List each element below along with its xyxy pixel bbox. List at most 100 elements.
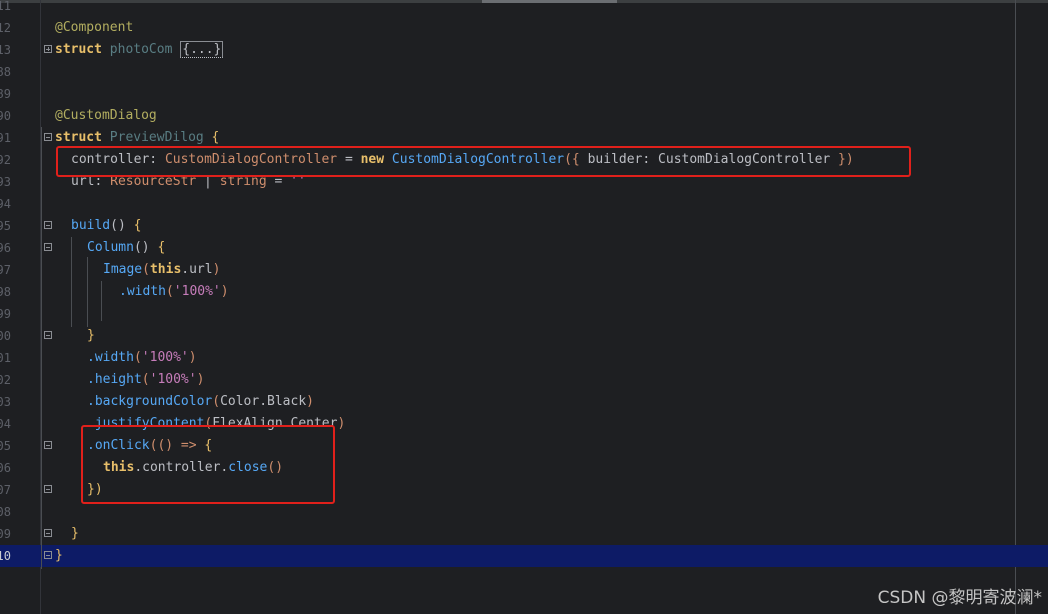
code-token: ) [196,372,205,387]
fold-collapse-icon[interactable] [44,485,52,493]
code-line[interactable]: 90 @CustomDialog [0,105,1048,127]
code-line[interactable]: 08 [0,501,1048,523]
code-token: Column [87,240,134,255]
line-number: 90 [0,109,11,123]
fold-collapse-icon[interactable] [44,551,52,559]
code-line[interactable]: 01 .width('100%') [0,347,1048,369]
code-line[interactable]: 12 @Component [0,17,1048,39]
code-line[interactable]: 11 [0,0,1048,17]
code-token: { [133,218,142,233]
fold-collapse-icon[interactable] [44,133,52,141]
indent-guide [41,127,42,569]
code-token: () [133,240,158,255]
code-text: .width('100%') [119,281,229,303]
code-line[interactable]: 94 [0,193,1048,215]
fold-collapse-icon[interactable] [44,243,52,251]
highlight-box-onclick [81,425,335,504]
code-line[interactable]: 03 .backgroundColor(Color.Black) [0,391,1048,413]
code-token: .width [87,350,134,365]
code-line[interactable]: 98 .width('100%') [0,281,1048,303]
line-number: 10 [0,549,11,563]
code-text: .width('100%') [87,347,197,369]
line-number: 88 [0,65,11,79]
code-token: .backgroundColor [87,394,213,409]
line-number: 08 [0,505,11,519]
code-line[interactable]: 02 .height('100%') [0,369,1048,391]
code-token: .height [87,372,142,387]
code-text: } [71,523,79,545]
line-number: 00 [0,329,11,343]
code-line[interactable]: 00} [0,325,1048,347]
fold-expand-icon[interactable] [44,45,52,53]
line-number: 06 [0,461,11,475]
line-number: 11 [0,0,11,13]
line-number: 13 [0,43,11,57]
code-token: this [149,262,182,277]
code-token: @CustomDialog [55,108,157,123]
line-number: 95 [0,219,11,233]
code-line[interactable]: 13 struct photoCom {...} [0,39,1048,61]
code-token: ( [212,394,221,409]
line-number: 96 [0,241,11,255]
code-line[interactable]: 95 build() { [0,215,1048,237]
code-text: .height('100%') [87,369,204,391]
line-number: 93 [0,175,11,189]
line-number: 92 [0,153,11,167]
code-token: ) [212,262,221,277]
code-text: } [55,545,63,567]
code-token: } [87,328,95,343]
line-number: 97 [0,263,11,277]
code-line[interactable]: 09} [0,523,1048,545]
line-number: 04 [0,417,11,431]
code-token: ) [188,350,197,365]
line-number: 98 [0,285,11,299]
watermark: CSDN @黎明寄波澜* [877,588,1042,608]
code-text: @Component [55,17,133,39]
code-token: { [211,130,220,145]
fold-collapse-icon[interactable] [44,529,52,537]
code-token: } [71,526,79,541]
line-number: 89 [0,87,11,101]
line-number: 91 [0,131,11,145]
code-token: photoCom [109,42,181,57]
code-token: Color.Black [220,394,307,409]
code-token: .url [181,262,213,277]
fold-collapse-icon[interactable] [44,221,52,229]
code-text: } [87,325,95,347]
line-number: 02 [0,373,11,387]
code-text: .backgroundColor(Color.Black) [87,391,314,413]
code-token: ( [142,262,150,277]
highlight-box-controller [56,146,911,177]
code-token: .width [119,284,166,299]
code-line[interactable]: 88 [0,61,1048,83]
code-token: ( [165,284,174,299]
code-line[interactable]: 97 Image(this.url) [0,259,1048,281]
fold-collapse-icon[interactable] [44,331,52,339]
indent-guide [101,281,102,321]
fold-collapse-icon[interactable] [44,441,52,449]
code-token: '100%' [149,372,197,387]
code-line[interactable]: 89 [0,83,1048,105]
line-number: 12 [0,21,11,35]
indent-guide [71,237,72,327]
code-token: Image [103,262,143,277]
code-token: } [55,548,63,563]
code-token: '100%' [141,350,189,365]
code-token: ) [337,416,346,431]
code-text: struct photoCom {...} [55,39,224,61]
code-token: struct [55,130,110,145]
indent-guide [87,257,88,327]
line-number: 03 [0,395,11,409]
line-number: 94 [0,197,11,211]
code-line[interactable]: 96 Column() { [0,237,1048,259]
code-text: Column() { [87,237,165,259]
code-token: PreviewDilog [109,130,212,145]
line-number: 07 [0,483,11,497]
code-token: ( [133,350,142,365]
code-token: { [157,240,166,255]
code-token: ) [220,284,229,299]
collapsed-region[interactable]: {...} [180,41,224,58]
code-token: '100%' [173,284,221,299]
code-line[interactable]: 10} [0,545,1048,567]
code-line[interactable]: 99 [0,303,1048,325]
